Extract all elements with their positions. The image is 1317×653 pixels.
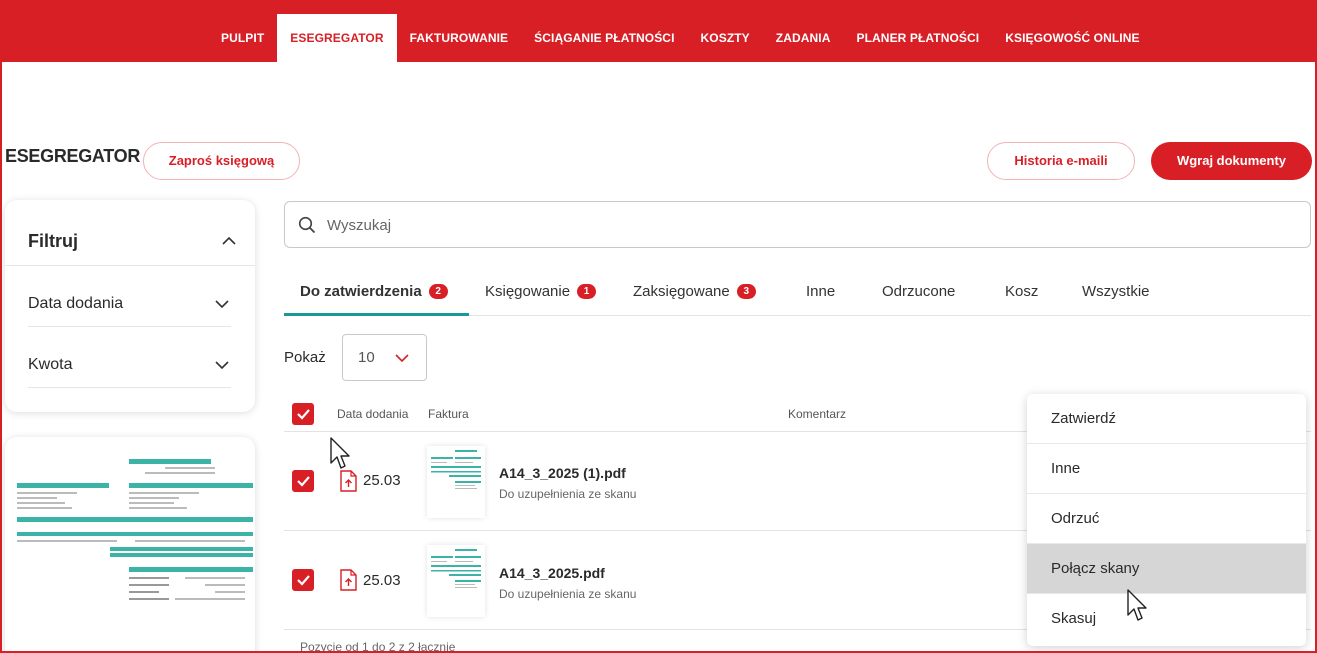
tab-count-badge: 3 — [736, 284, 756, 299]
divider — [28, 326, 231, 327]
checkmark-icon — [297, 409, 310, 420]
tab-label: Do zatwierdzenia — [300, 283, 422, 300]
filter-title: Filtruj — [28, 231, 78, 251]
document-preview[interactable] — [5, 437, 255, 653]
pagination-summary: Pozycje od 1 do 2 z 2 łącznie — [300, 640, 456, 653]
page-size-select[interactable]: 10 — [342, 334, 427, 381]
tab-count-badge: 2 — [428, 284, 448, 299]
column-header-date[interactable]: Data dodania — [337, 407, 408, 421]
tab-ksiegowanie[interactable]: Księgowanie 1 — [485, 283, 597, 300]
mouse-cursor-icon — [330, 437, 350, 469]
invoice-filename[interactable]: A14_3_2025.pdf — [499, 565, 605, 581]
nav-item-zadania[interactable]: ZADANIA — [763, 14, 844, 62]
row-date: 25.03 — [363, 572, 401, 589]
pdf-file-icon — [340, 470, 357, 492]
thumbnail-image — [431, 549, 481, 588]
email-history-button[interactable]: Historia e-maili — [987, 142, 1135, 180]
invoice-preview-image — [17, 459, 253, 600]
nav-item-ksiegowosc-online[interactable]: KSIĘGOWOŚĆ ONLINE — [992, 14, 1152, 62]
invoice-thumbnail[interactable] — [427, 446, 485, 518]
tab-label: Księgowanie — [485, 283, 571, 300]
page-size-label: Pokaż — [284, 349, 326, 366]
nav-item-fakturowanie[interactable]: FAKTUROWANIE — [397, 14, 522, 62]
mouse-cursor-icon — [1127, 589, 1147, 621]
search-icon — [298, 216, 316, 234]
active-tab-indicator — [284, 313, 469, 316]
column-header-invoice[interactable]: Faktura — [428, 407, 469, 421]
thumbnail-image — [431, 450, 481, 489]
tab-do-zatwierdzenia[interactable]: Do zatwierdzenia 2 — [300, 283, 448, 300]
filter-panel: Filtruj Data dodania Kwota — [5, 200, 255, 412]
chevron-down-icon — [395, 354, 409, 363]
menu-item-polacz-skany[interactable]: Połącz skany — [1027, 544, 1306, 594]
tab-kosz[interactable]: Kosz — [1005, 283, 1038, 300]
invoice-status: Do uzupełnienia ze skanu — [499, 587, 637, 601]
select-all-checkbox[interactable] — [292, 403, 314, 425]
divider — [5, 265, 255, 266]
invite-accountant-button[interactable]: Zaproś księgową — [143, 142, 300, 180]
row-checkbox[interactable] — [292, 470, 314, 492]
menu-item-zatwierdz[interactable]: Zatwierdź — [1027, 394, 1306, 444]
bulk-actions-menu: Zatwierdź Inne Odrzuć Połącz skany Skasu… — [1027, 394, 1306, 646]
invoice-filename[interactable]: A14_3_2025 (1).pdf — [499, 465, 626, 481]
menu-item-odrzuc[interactable]: Odrzuć — [1027, 494, 1306, 544]
invoice-thumbnail[interactable] — [427, 545, 485, 617]
chevron-down-icon[interactable] — [215, 299, 229, 309]
tab-odrzucone[interactable]: Odrzucone — [882, 283, 955, 300]
checkmark-icon — [297, 476, 310, 487]
filter-date-added[interactable]: Data dodania — [28, 295, 123, 313]
nav-item-pulpit[interactable]: PULPIT — [208, 14, 277, 62]
filter-amount[interactable]: Kwota — [28, 356, 72, 374]
nav-item-koszty[interactable]: KOSZTY — [688, 14, 763, 62]
tab-wszystkie[interactable]: Wszystkie — [1082, 283, 1150, 300]
tab-label: Zaksięgowane — [633, 283, 730, 300]
nav-item-esegregator[interactable]: ESEGREGATOR — [277, 14, 397, 62]
divider — [28, 387, 231, 388]
nav-item-planer-platnosci[interactable]: PLANER PŁATNOŚCI — [844, 14, 993, 62]
pdf-file-icon — [340, 569, 357, 591]
chevron-down-icon[interactable] — [215, 360, 229, 370]
tab-count-badge: 1 — [577, 284, 597, 299]
invoice-status: Do uzupełnienia ze skanu — [499, 487, 637, 501]
checkmark-icon — [297, 575, 310, 586]
upload-documents-button[interactable]: Wgraj dokumenty — [1151, 142, 1312, 180]
tab-zaksiegowane[interactable]: Zaksięgowane 3 — [633, 283, 756, 300]
search-input[interactable]: Wyszukaj — [284, 201, 1311, 248]
row-checkbox[interactable] — [292, 569, 314, 591]
row-date: 25.03 — [363, 472, 401, 489]
column-header-comment[interactable]: Komentarz — [788, 407, 846, 421]
menu-item-skasuj[interactable]: Skasuj — [1027, 594, 1306, 644]
tab-inne[interactable]: Inne — [806, 283, 835, 300]
chevron-up-icon[interactable] — [222, 236, 236, 246]
page-title: ESEGREGATOR — [5, 146, 141, 166]
menu-item-inne[interactable]: Inne — [1027, 444, 1306, 494]
page-size-value: 10 — [358, 349, 375, 366]
top-navigation: PULPIT ESEGREGATOR FAKTUROWANIE ŚCIĄGANI… — [0, 0, 1317, 62]
nav-item-sciaganie-platnosci[interactable]: ŚCIĄGANIE PŁATNOŚCI — [521, 14, 687, 62]
search-placeholder: Wyszukaj — [327, 217, 392, 234]
